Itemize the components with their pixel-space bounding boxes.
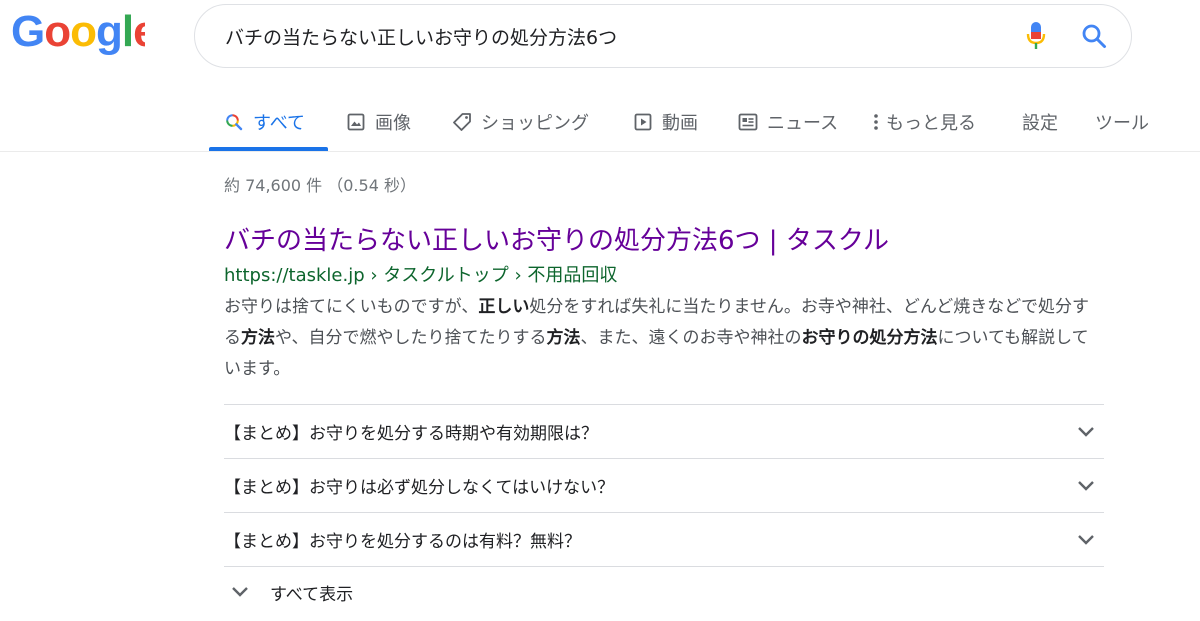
faq-item[interactable]: 【まとめ】お守りを処分する時期や有効期限は？ bbox=[224, 405, 1104, 459]
show-all-button[interactable]: すべて表示 bbox=[228, 577, 353, 607]
tab-label: 設定 bbox=[1022, 113, 1058, 134]
search-icon[interactable] bbox=[1079, 21, 1109, 51]
tab-news[interactable]: ニュース bbox=[738, 92, 838, 152]
snippet-text: お守りは捨てにくいものですが、 bbox=[224, 297, 479, 317]
active-tab-indicator bbox=[209, 147, 328, 151]
faq-item[interactable]: 【まとめ】お守りは必ず処分しなくてはいけない？ bbox=[224, 459, 1104, 513]
tab-label: ツール bbox=[1095, 113, 1149, 134]
snippet-highlight: 方法 bbox=[546, 328, 581, 348]
tab-label: ショッピング bbox=[481, 113, 589, 134]
chevron-down-icon bbox=[228, 580, 252, 604]
result-stats: 約 74,600 件 （0.54 秒） bbox=[224, 176, 416, 195]
search-tabs: すべて 画像 ショッピング 動画 ニュース もっと見る 設定 ツール bbox=[0, 92, 1200, 152]
news-icon bbox=[738, 112, 758, 132]
microphone-icon[interactable] bbox=[1023, 19, 1049, 53]
search-input[interactable] bbox=[225, 16, 1023, 56]
play-icon bbox=[633, 112, 653, 132]
faq-question: 【まとめ】お守りは必ず処分しなくてはいけない？ bbox=[224, 478, 615, 498]
snippet-text: 、また、遠くのお寺や神社の bbox=[580, 328, 802, 348]
chevron-down-icon bbox=[1074, 474, 1098, 498]
more-vert-icon bbox=[872, 112, 880, 132]
tab-label: もっと見る bbox=[886, 113, 976, 134]
tab-label: すべて bbox=[253, 113, 306, 134]
search-box bbox=[194, 4, 1132, 68]
faq-item[interactable]: 【まとめ】お守りを処分するのは有料？無料？ bbox=[224, 513, 1104, 567]
chevron-down-icon bbox=[1074, 528, 1098, 552]
tab-images[interactable]: 画像 bbox=[346, 92, 411, 152]
faq-list: 【まとめ】お守りを処分する時期や有効期限は？ 【まとめ】お守りは必ず処分しなくて… bbox=[224, 404, 1104, 567]
tab-settings[interactable]: 設定 bbox=[1022, 92, 1058, 152]
snippet-highlight: 正しい bbox=[478, 297, 530, 317]
search-icon bbox=[224, 112, 244, 132]
show-all-label: すべて表示 bbox=[270, 584, 354, 605]
tab-label: ニュース bbox=[767, 113, 839, 134]
tag-icon bbox=[452, 112, 472, 132]
tab-more[interactable]: もっと見る bbox=[872, 92, 976, 152]
google-logo[interactable]: Google bbox=[11, 11, 145, 57]
faq-question: 【まとめ】お守りを処分する時期や有効期限は？ bbox=[224, 424, 598, 444]
result-url[interactable]: https://taskle.jp › タスクルトップ › 不用品回収 bbox=[224, 262, 1104, 290]
tab-shopping[interactable]: ショッピング bbox=[452, 92, 589, 152]
chevron-down-icon bbox=[1074, 420, 1098, 444]
search-result: バチの当たらない正しいお守りの処分方法6つ | タスクル https://tas… bbox=[224, 222, 1104, 385]
result-snippet: お守りは捨てにくいものですが、正しい処分をすれば失礼に当たりません。お寺や神社、… bbox=[224, 292, 1094, 385]
tab-all[interactable]: すべて bbox=[224, 92, 305, 152]
tab-label: 動画 bbox=[662, 113, 698, 134]
snippet-text: や、自分で燃やしたり捨てたりする bbox=[275, 328, 547, 348]
tab-videos[interactable]: 動画 bbox=[633, 92, 698, 152]
image-icon bbox=[346, 112, 366, 132]
faq-question: 【まとめ】お守りを処分するのは有料？無料？ bbox=[224, 532, 581, 552]
snippet-highlight: 方法 bbox=[241, 328, 275, 348]
tab-tools[interactable]: ツール bbox=[1095, 92, 1149, 152]
tab-label: 画像 bbox=[375, 113, 411, 134]
svg-text:Google: Google bbox=[11, 11, 145, 56]
snippet-highlight: お守りの処分方法 bbox=[801, 328, 938, 348]
result-title-link[interactable]: バチの当たらない正しいお守りの処分方法6つ | タスクル bbox=[224, 222, 1104, 260]
